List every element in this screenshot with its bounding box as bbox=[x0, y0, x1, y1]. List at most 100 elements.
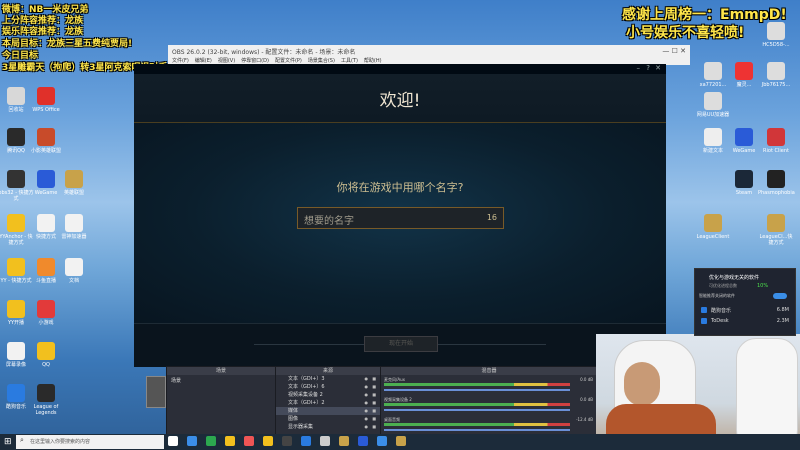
popup-app-row[interactable]: ToDesk 2.3M bbox=[699, 316, 791, 327]
desktop-icon[interactable]: QQ bbox=[28, 342, 64, 368]
source-item[interactable]: 图像 ● ■ bbox=[276, 415, 380, 423]
eye-icon[interactable]: ● bbox=[365, 407, 369, 415]
desktop-icon[interactable]: 雷神加速器 bbox=[56, 214, 92, 240]
obs-menu-item[interactable]: 文件(F) bbox=[172, 57, 189, 64]
lock-icon[interactable]: ■ bbox=[372, 407, 376, 415]
popup-app-name: ToDesk bbox=[711, 318, 729, 324]
minimize-icon[interactable]: – bbox=[637, 64, 641, 72]
window-controls[interactable]: — ☐ ✕ bbox=[662, 47, 686, 55]
app-icon[interactable] bbox=[263, 436, 273, 446]
desktop-icon[interactable]: Jbb76175... bbox=[758, 62, 794, 88]
source-item[interactable]: 文本（GDI+）6 ● ■ bbox=[276, 383, 380, 391]
eye-icon[interactable]: ● bbox=[365, 375, 369, 383]
source-item[interactable]: 文本（GDI+）3 ● ■ bbox=[276, 375, 380, 383]
source-item[interactable]: 显示器采集 ● ■ bbox=[276, 423, 380, 431]
sources-title: 来源 bbox=[276, 367, 380, 375]
desktop-icon[interactable]: LeagueCl...快捷方式 bbox=[758, 214, 794, 246]
lol-icon[interactable] bbox=[396, 436, 406, 446]
desktop-icon[interactable]: WPS Office bbox=[28, 87, 64, 113]
eye-icon[interactable]: ● bbox=[365, 423, 369, 431]
app-icon[interactable] bbox=[244, 436, 254, 446]
desktop-icon[interactable]: 新建文本 bbox=[695, 128, 731, 154]
desktop-icon[interactable]: Steam bbox=[726, 170, 762, 196]
desktop-icon-label: Phasmophobia bbox=[758, 190, 795, 196]
taskbar-search[interactable]: ⌕ 在这里输入你要搜索的内容 bbox=[16, 435, 164, 449]
obs-window-titlebar[interactable]: OBS 26.0.2 (32-bit, windows) - 配置文件：未命名 … bbox=[168, 45, 690, 65]
eye-icon[interactable]: ● bbox=[365, 391, 369, 399]
desktop-icon-label: 英雄联盟 bbox=[63, 190, 84, 196]
app-icon bbox=[37, 128, 55, 146]
obs-menu-item[interactable]: 配置文件(P) bbox=[275, 57, 302, 64]
lock-icon[interactable]: ■ bbox=[372, 375, 376, 383]
lock-icon[interactable]: ■ bbox=[372, 423, 376, 431]
obs-menu-item[interactable]: 工具(T) bbox=[341, 57, 358, 64]
optimize-toggle[interactable] bbox=[773, 293, 787, 299]
desktop-icon[interactable]: 魔灵... bbox=[726, 62, 762, 88]
app-icon bbox=[65, 214, 83, 232]
app-icon[interactable] bbox=[320, 436, 330, 446]
summoner-name-input[interactable]: 想要的名字 16 bbox=[297, 207, 504, 229]
eye-icon[interactable]: ● bbox=[365, 383, 369, 391]
edge-icon[interactable] bbox=[187, 436, 197, 446]
popup-app-name: 酷狗音乐 bbox=[711, 308, 732, 314]
app-icon[interactable] bbox=[301, 436, 311, 446]
volume-meter bbox=[384, 383, 570, 386]
desktop-icon[interactable]: LeagueClient bbox=[695, 214, 731, 240]
obs-menu-item[interactable]: 帮助(H) bbox=[364, 57, 382, 64]
lol-titlebar: – ? ✕ bbox=[134, 64, 666, 74]
volume-slider[interactable] bbox=[384, 409, 570, 411]
source-label: 文本（GDI+）6 bbox=[288, 384, 325, 390]
app-icon bbox=[704, 92, 722, 110]
desktop-icon[interactable]: Phasmophobia bbox=[758, 170, 795, 196]
obs-menu-item[interactable]: 停靠窗口(D) bbox=[241, 57, 269, 64]
desktop-icon[interactable]: HC5D58-... bbox=[758, 22, 794, 48]
obs-menu-item[interactable]: 场景集合(S) bbox=[308, 57, 335, 64]
app-icon bbox=[735, 170, 753, 188]
obs-menu-item[interactable]: 编辑(E) bbox=[195, 57, 212, 64]
desktop-icon-label: QQ bbox=[42, 362, 50, 368]
app-icon[interactable] bbox=[358, 436, 368, 446]
app-icon bbox=[704, 62, 722, 80]
desktop-icon[interactable]: League of Legends bbox=[28, 384, 64, 416]
task-view-icon[interactable] bbox=[168, 436, 178, 446]
mixer-track: 麦克风/Aux 0.0 dB bbox=[381, 375, 597, 395]
close-icon[interactable]: ✕ bbox=[655, 64, 661, 72]
eye-icon[interactable]: ● bbox=[365, 415, 369, 423]
lock-icon[interactable]: ■ bbox=[372, 415, 376, 423]
help-icon[interactable]: ? bbox=[646, 64, 650, 72]
desktop-icon[interactable]: WeGame bbox=[726, 128, 762, 154]
desktop-icon[interactable]: 英雄联盟 bbox=[56, 170, 92, 196]
source-item[interactable]: 媒体 ● ■ bbox=[276, 407, 380, 415]
volume-slider[interactable] bbox=[384, 429, 570, 431]
desktop-icon[interactable]: 文档 bbox=[56, 258, 92, 284]
desktop-icon[interactable]: 网易UU加速器 bbox=[695, 92, 731, 118]
popup-app-row[interactable]: 酷狗音乐 6.8M bbox=[699, 305, 791, 316]
eye-icon[interactable]: ● bbox=[365, 399, 369, 407]
obs-icon[interactable] bbox=[282, 436, 292, 446]
desktop-icon[interactable]: Riot Client bbox=[758, 128, 794, 154]
source-item[interactable]: 视频采集设备 2 ● ■ bbox=[276, 391, 380, 399]
desktop-icon-label: HC5D58-... bbox=[762, 42, 790, 48]
chrome-icon[interactable] bbox=[206, 436, 216, 446]
desktop-icon-label: WPS Office bbox=[32, 107, 60, 113]
app-icon bbox=[701, 307, 707, 313]
desktop-icon[interactable]: 小游戏 bbox=[28, 300, 64, 326]
folder-icon[interactable] bbox=[225, 436, 235, 446]
start-button[interactable]: 现在开始 bbox=[364, 336, 438, 352]
lock-icon[interactable]: ■ bbox=[372, 383, 376, 391]
start-icon[interactable]: ⊞ bbox=[4, 437, 12, 447]
lock-icon[interactable]: ■ bbox=[372, 391, 376, 399]
lol-icon[interactable] bbox=[339, 436, 349, 446]
scene-item[interactable]: 场景 bbox=[167, 375, 275, 386]
obs-menu-item[interactable]: 视图(V) bbox=[218, 57, 235, 64]
char-limit: 16 bbox=[486, 213, 497, 222]
overlay-note: 小号娱乐不喜轻喷! bbox=[626, 25, 745, 41]
desktop-icon-label: League of Legends bbox=[33, 404, 59, 416]
lock-icon[interactable]: ■ bbox=[372, 399, 376, 407]
desktop-icon[interactable]: 小影英雄联盟 bbox=[28, 128, 64, 154]
popup-percent: 10% bbox=[757, 283, 769, 289]
volume-slider[interactable] bbox=[384, 389, 570, 391]
app-icon[interactable] bbox=[377, 436, 387, 446]
lol-dialog-footer: 现在开始 bbox=[134, 323, 666, 367]
source-item[interactable]: 文本（GDI+）2 ● ■ bbox=[276, 399, 380, 407]
